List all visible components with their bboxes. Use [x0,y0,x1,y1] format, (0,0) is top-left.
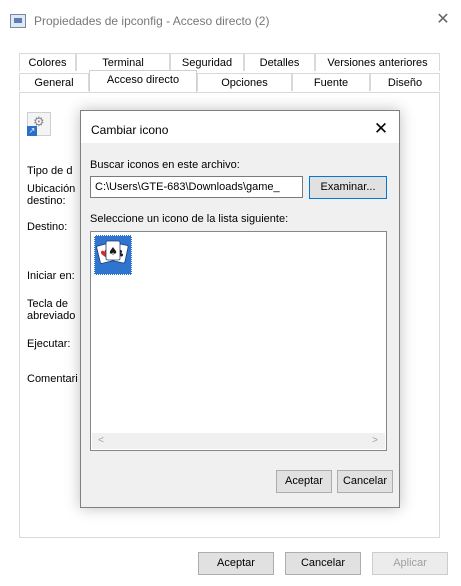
dialog-title: Cambiar icono [91,123,169,137]
svg-text:♠: ♠ [108,245,118,258]
tab-fuente[interactable]: Fuente [292,73,370,91]
playing-cards-graphic: ♥ ♣ ♠ [96,240,129,264]
ok-button[interactable]: Aceptar [198,552,274,575]
scroll-right-icon[interactable]: > [368,433,382,449]
icon-list[interactable]: ♥ ♣ ♠ < > [90,231,387,451]
tab-opciones[interactable]: Opciones [197,73,292,91]
tab-general[interactable]: General [19,73,89,91]
icon-file-path-value: C:\Users\GTE-683\Downloads\game_ [95,181,280,193]
playing-cards-icon[interactable]: ♥ ♣ ♠ [94,235,132,275]
dialog-close-icon[interactable]: ✕ [369,117,393,141]
browse-button[interactable]: Examinar... [309,176,387,199]
dialog-body: Buscar iconos en este archivo: C:\Users\… [81,143,399,507]
scroll-left-icon[interactable]: < [94,433,108,449]
horizontal-scrollbar[interactable]: < > [92,433,385,449]
tab-colores[interactable]: Colores [19,53,76,71]
window-close-icon[interactable]: ✕ [433,10,453,30]
icon-list-label: Seleccione un icono de la lista siguient… [90,213,289,225]
dialog-ok-button[interactable]: Aceptar [276,470,332,493]
change-icon-dialog: Cambiar icono ✕ Buscar iconos en este ar… [80,110,400,508]
window-titlebar: Propiedades de ipconfig - Acceso directo… [0,0,461,44]
tab-seguridad[interactable]: Seguridad [170,53,244,71]
dialog-titlebar: Cambiar icono ✕ [81,111,399,143]
window-app-icon [10,14,26,28]
tab-acceso-directo[interactable]: Acceso directo [89,70,197,92]
label-ejecutar: Ejecutar: [27,338,71,350]
shortcut-arrow-icon: ↗ [27,126,37,136]
window-title: Propiedades de ipconfig - Acceso directo… [34,14,270,28]
tab-terminal[interactable]: Terminal [76,53,170,71]
label-ubicacion: Ubicación [27,183,76,195]
label-comentario: Comentari [27,373,78,385]
label-iniciar-en: Iniciar en: [27,270,75,282]
label-destino: Destino: [27,221,68,233]
icon-file-path-input[interactable]: C:\Users\GTE-683\Downloads\game_ [90,176,303,198]
dialog-cancel-button[interactable]: Cancelar [337,470,393,493]
cancel-button[interactable]: Cancelar [285,552,361,575]
label-tecla: Tecla de [27,298,68,310]
label-abreviado: abreviado [27,310,76,322]
label-destino-line2: destino: [27,195,66,207]
search-icons-label: Buscar iconos en este archivo: [90,159,240,171]
tab-diseno[interactable]: Diseño [370,73,440,91]
label-tipo: Tipo de d [27,165,73,177]
apply-button[interactable]: Aplicar [372,552,448,575]
tab-versiones-anteriores[interactable]: Versiones anteriores [315,53,440,71]
tab-detalles[interactable]: Detalles [244,53,315,71]
